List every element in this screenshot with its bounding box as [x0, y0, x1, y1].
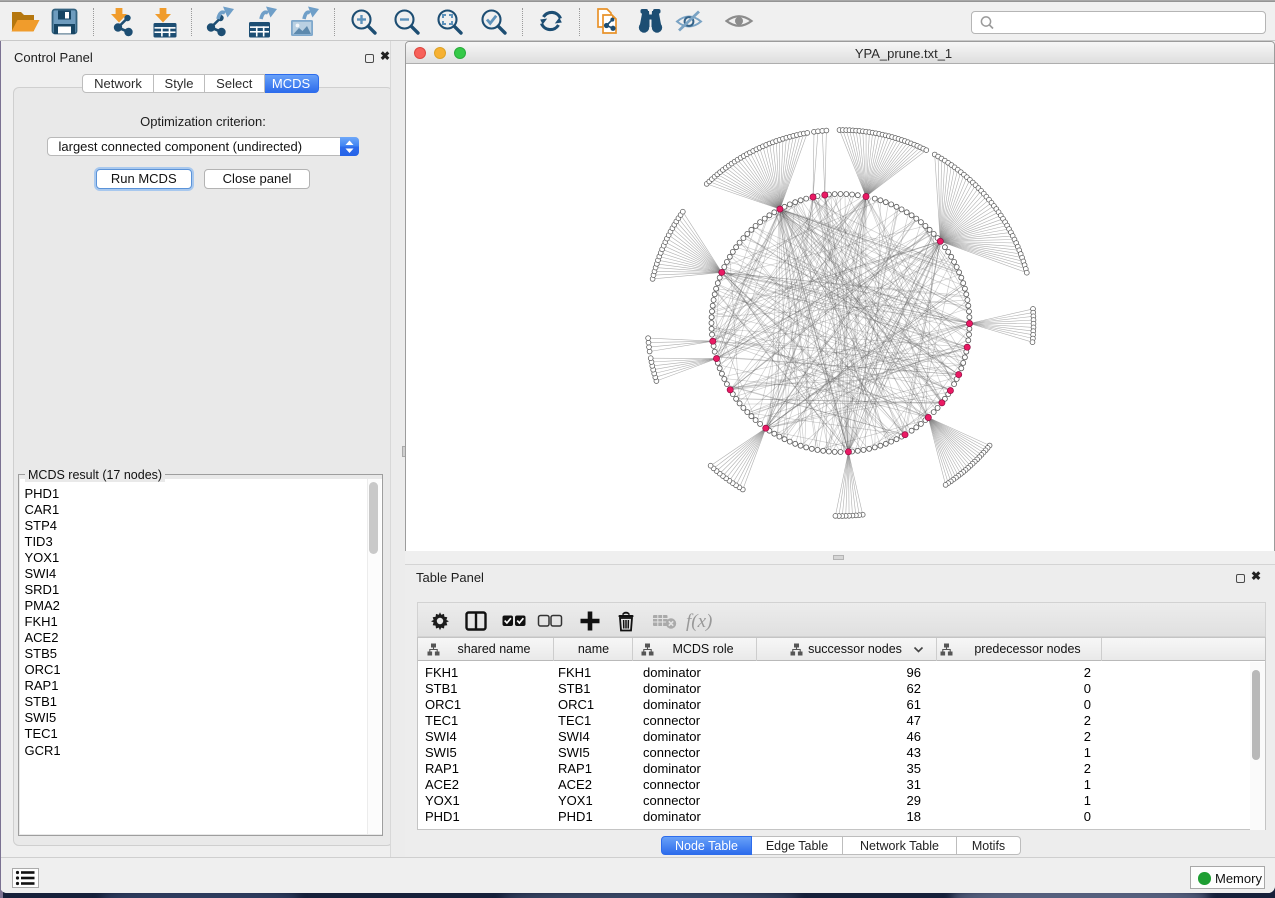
svg-text:f(x): f(x)	[686, 611, 712, 632]
